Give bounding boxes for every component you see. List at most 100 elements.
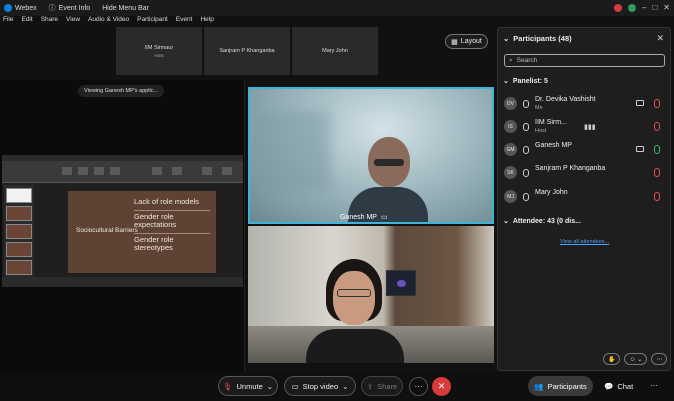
audio-icon xyxy=(523,193,529,201)
chevron-down-icon: ⌄ xyxy=(503,218,509,225)
participant-row[interactable]: IS IIM Sirm... Host ▮▮▮ xyxy=(504,117,668,137)
participant-row[interactable]: GM Ganesh MP xyxy=(504,140,668,160)
shared-app-statusbar xyxy=(2,277,243,287)
audio-icon xyxy=(523,123,529,131)
share-button[interactable]: ⇪ Share xyxy=(361,376,403,396)
participant-name: IIM Sirm... xyxy=(535,119,567,126)
participant-name: Sanjram P Khanganba xyxy=(535,165,606,172)
reactions-button[interactable]: ☺ ⌄ xyxy=(624,353,648,365)
menu-bar: File Edit Share View Audio & Video Parti… xyxy=(0,16,222,26)
strip-tile-role: Host xyxy=(154,52,164,58)
raise-hand-button[interactable]: ✋ xyxy=(603,353,621,365)
signal-bars-icon: ▮▮▮ xyxy=(584,124,596,131)
participant-search-input[interactable]: ⌕ Search xyxy=(504,54,665,67)
layout-button[interactable]: ▦ Layout xyxy=(445,34,488,49)
slide-header: Sociocultural Barriers xyxy=(76,227,138,234)
share-label: Share xyxy=(377,381,398,391)
layout-grid-icon: ▦ xyxy=(451,38,458,46)
more-controls-icon[interactable]: ⋯ xyxy=(650,381,658,390)
panel-header: ⌄ Participants (48) xyxy=(503,34,572,43)
window-controls: – □ ✕ xyxy=(614,3,670,12)
strip-tile[interactable]: Sanjram P Khanganba xyxy=(204,27,290,75)
participants-label: Participants xyxy=(547,381,587,391)
panel-title: Participants (48) xyxy=(513,34,572,43)
view-all-attendees-link[interactable]: View all attendees... xyxy=(560,239,609,245)
chevron-down-icon: ⌄ xyxy=(503,78,509,85)
camera-icon xyxy=(636,146,644,152)
participants-panel: ⌄ Participants (48) ✕ ⌕ Search ⌄ Panelis… xyxy=(497,27,671,371)
menu-file[interactable]: File xyxy=(3,16,13,26)
maximize-button[interactable]: □ xyxy=(652,3,657,12)
slide-item: Lack of role models xyxy=(134,196,210,211)
participant-row[interactable]: DV Dr. Devika Vashisht Me xyxy=(504,94,668,114)
search-icon: ⌕ xyxy=(509,56,513,64)
muted-mic-icon xyxy=(654,99,660,108)
minimize-button[interactable]: – xyxy=(642,3,646,12)
close-window-button[interactable]: ✕ xyxy=(663,3,670,12)
title-bar: Webex ⓘ Event Info Hide Menu Bar – □ ✕ xyxy=(0,0,674,16)
stop-video-button[interactable]: ▭ Stop video ⌄ xyxy=(284,376,356,396)
more-options-button[interactable]: ⋯ xyxy=(651,353,668,365)
participant-video xyxy=(306,259,404,363)
participant-name: Ganesh MP xyxy=(535,142,572,149)
unmute-button[interactable]: 🎙 Unmute ⌄ xyxy=(218,376,278,396)
menu-event[interactable]: Event xyxy=(176,16,193,26)
stop-video-label: Stop video xyxy=(302,381,339,391)
presentation-slide: Sociocultural Barriers Lack of role mode… xyxy=(68,191,216,273)
strip-tile[interactable]: IIM Sirmaur Host xyxy=(116,27,202,75)
muted-mic-icon: 🎙 xyxy=(222,381,233,391)
background-tv xyxy=(386,270,416,296)
video-tile-ganesh[interactable] xyxy=(248,87,494,224)
muted-mic-icon xyxy=(654,168,660,177)
menu-help[interactable]: Help xyxy=(200,16,213,26)
screen-share-icon: ▭ xyxy=(380,214,388,221)
info-icon: ⓘ xyxy=(48,5,56,12)
more-options-button[interactable]: ⋯ xyxy=(409,377,428,396)
strip-tile-name: Mary John xyxy=(322,48,348,54)
menu-participant[interactable]: Participant xyxy=(137,16,168,26)
webex-window: Webex ⓘ Event Info Hide Menu Bar – □ ✕ F… xyxy=(0,0,674,401)
chevron-down-icon[interactable]: ⌄ xyxy=(503,34,509,43)
menu-view[interactable]: View xyxy=(66,16,80,26)
strip-tile[interactable]: Mary John xyxy=(292,27,378,75)
webex-logo-icon xyxy=(4,4,12,12)
menu-edit[interactable]: Edit xyxy=(21,16,32,26)
audio-icon xyxy=(523,100,529,108)
app-title: Webex xyxy=(15,4,37,12)
meeting-controls-bar: 🎙 Unmute ⌄ ▭ Stop video ⌄ ⇪ Share ⋯ ✕ 👥 … xyxy=(0,372,674,401)
muted-mic-icon xyxy=(654,122,660,131)
strip-tile-name: IIM Sirmaur xyxy=(144,44,174,51)
chat-button[interactable]: 💬 Chat xyxy=(604,376,633,396)
panelist-section-header[interactable]: ⌄ Panelist: 5 xyxy=(503,77,548,86)
end-call-button[interactable]: ✕ xyxy=(432,377,451,396)
slide-item: Gender role expectations xyxy=(134,211,210,234)
attendee-section-header[interactable]: ⌄ Attendee: 43 (0 dis... xyxy=(503,217,581,226)
unmuted-mic-icon xyxy=(654,145,660,154)
chevron-down-icon: ⌄ xyxy=(266,381,274,391)
chat-label: Chat xyxy=(617,381,634,391)
menu-audio-video[interactable]: Audio & Video xyxy=(88,16,129,26)
participant-row[interactable]: SK Sanjram P Khanganba xyxy=(504,163,668,183)
participants-button[interactable]: 👥 Participants xyxy=(528,376,593,396)
chevron-down-icon: ⌄ xyxy=(342,381,349,391)
avatar: IS xyxy=(504,120,517,133)
strip-tile-name: Sanjram P Khanganba xyxy=(219,48,275,54)
avatar: DV xyxy=(504,97,517,110)
participant-name: Dr. Devika Vashisht xyxy=(535,96,596,103)
search-placeholder: Search xyxy=(516,57,538,64)
share-icon: ⇪ xyxy=(366,381,374,391)
audio-icon xyxy=(523,169,529,177)
participant-row[interactable]: MJ Mary John xyxy=(504,187,668,207)
viewing-share-pill: Viewing Ganesh MP's applic... xyxy=(78,85,165,97)
hide-menu-bar-button[interactable]: Hide Menu Bar xyxy=(102,5,149,12)
close-panel-button[interactable]: ✕ xyxy=(656,33,664,44)
menu-share[interactable]: Share xyxy=(41,16,58,26)
layout-label: Layout xyxy=(460,38,482,45)
event-info-button[interactable]: ⓘ Event Info xyxy=(49,3,91,13)
video-tile-self[interactable] xyxy=(248,226,494,363)
avatar: SK xyxy=(504,166,517,179)
shared-app-ribbon xyxy=(2,161,243,183)
participant-role: Host xyxy=(535,128,547,134)
slide-thumbnails xyxy=(4,185,34,277)
slide-bullets: Lack of role models Gender role expectat… xyxy=(134,196,210,256)
